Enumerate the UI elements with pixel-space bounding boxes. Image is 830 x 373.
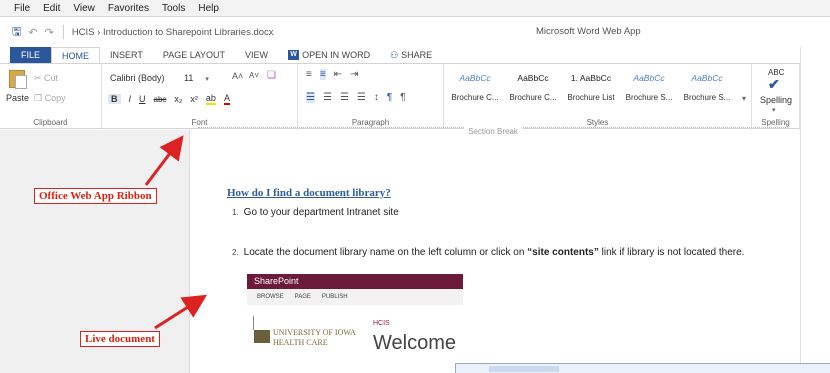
callout-arrows [144, 135, 208, 330]
window-tab [489, 366, 559, 372]
document-arrow [154, 294, 208, 330]
ribbon-callout: Office Web App Ribbon [34, 188, 157, 204]
ribbon-arrow [144, 135, 184, 186]
document-callout: Live document [80, 331, 160, 347]
background-window [455, 363, 830, 373]
